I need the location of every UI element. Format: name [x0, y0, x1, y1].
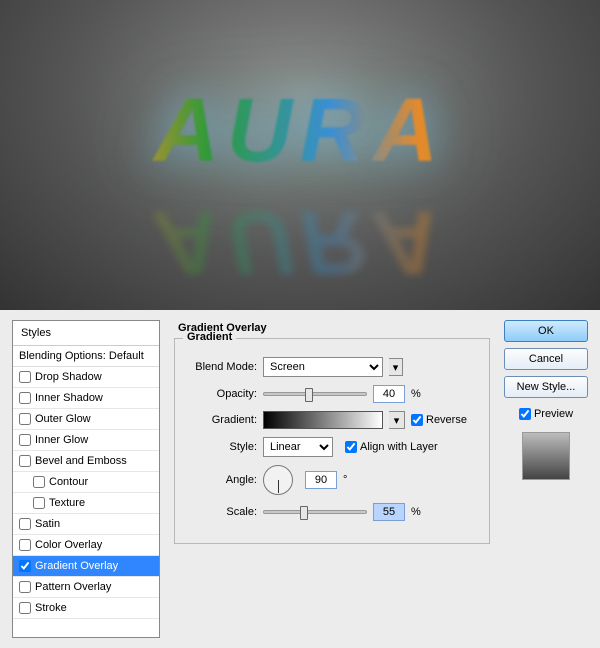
- preview-checkbox[interactable]: Preview: [504, 408, 588, 420]
- style-checkbox[interactable]: [33, 476, 45, 488]
- style-row-drop-shadow[interactable]: Drop Shadow: [13, 367, 159, 388]
- style-checkbox[interactable]: [19, 560, 31, 572]
- opacity-label: Opacity:: [185, 388, 257, 400]
- style-label: Style:: [185, 441, 257, 453]
- style-checkbox[interactable]: [19, 602, 31, 614]
- style-checkbox[interactable]: [19, 392, 31, 404]
- style-label: Satin: [35, 518, 60, 530]
- style-label: Bevel and Emboss: [35, 455, 127, 467]
- chevron-down-icon[interactable]: ▾: [389, 358, 403, 376]
- style-label: Stroke: [35, 602, 67, 614]
- blending-options-row[interactable]: Blending Options: Default: [13, 346, 159, 367]
- blend-mode-label: Blend Mode:: [185, 361, 257, 373]
- scale-input[interactable]: [373, 503, 405, 521]
- style-label: Inner Shadow: [35, 392, 103, 404]
- scale-label: Scale:: [185, 506, 257, 518]
- style-label: Pattern Overlay: [35, 581, 111, 593]
- gradient-swatch[interactable]: [263, 411, 383, 429]
- style-row-stroke[interactable]: Stroke: [13, 598, 159, 619]
- angle-label: Angle:: [185, 474, 257, 486]
- style-row-bevel-and-emboss[interactable]: Bevel and Emboss: [13, 451, 159, 472]
- style-checkbox[interactable]: [19, 434, 31, 446]
- style-row-pattern-overlay[interactable]: Pattern Overlay: [13, 577, 159, 598]
- align-with-layer-checkbox[interactable]: Align with Layer: [345, 441, 438, 453]
- style-label: Color Overlay: [35, 539, 102, 551]
- gradient-fieldset: Gradient Blend Mode: Screen ▾ Opacity: %…: [174, 338, 490, 544]
- style-label: Drop Shadow: [35, 371, 102, 383]
- artwork-preview: AURA AURA: [0, 0, 600, 310]
- style-label: Contour: [49, 476, 88, 488]
- style-checkbox[interactable]: [19, 413, 31, 425]
- style-checkbox[interactable]: [19, 581, 31, 593]
- style-row-gradient-overlay[interactable]: Gradient Overlay: [13, 556, 159, 577]
- reverse-checkbox[interactable]: Reverse: [411, 414, 467, 426]
- ok-button[interactable]: OK: [504, 320, 588, 342]
- angle-dial[interactable]: [263, 465, 293, 495]
- dialog-buttons: OK Cancel New Style... Preview: [504, 320, 588, 638]
- style-row-satin[interactable]: Satin: [13, 514, 159, 535]
- gradient-picker-arrow[interactable]: ▾: [389, 411, 405, 429]
- opacity-slider[interactable]: [263, 392, 367, 396]
- layer-style-dialog: Styles Blending Options: Default Drop Sh…: [0, 310, 600, 648]
- style-checkbox[interactable]: [19, 455, 31, 467]
- scale-slider[interactable]: [263, 510, 367, 514]
- style-checkbox[interactable]: [19, 518, 31, 530]
- styles-list-panel: Styles Blending Options: Default Drop Sh…: [12, 320, 160, 638]
- style-row-outer-glow[interactable]: Outer Glow: [13, 409, 159, 430]
- style-label: Inner Glow: [35, 434, 88, 446]
- new-style-button[interactable]: New Style...: [504, 376, 588, 398]
- style-label: Gradient Overlay: [35, 560, 118, 572]
- angle-input[interactable]: [305, 471, 337, 489]
- scale-unit: %: [411, 506, 421, 518]
- angle-unit: °: [343, 474, 347, 486]
- style-row-texture[interactable]: Texture: [13, 493, 159, 514]
- fieldset-legend: Gradient: [183, 331, 236, 343]
- gradient-overlay-panel: Gradient Overlay Gradient Blend Mode: Sc…: [170, 320, 494, 638]
- style-label: Texture: [49, 497, 85, 509]
- style-select[interactable]: Linear: [263, 437, 333, 457]
- gradient-label: Gradient:: [185, 414, 257, 426]
- opacity-input[interactable]: [373, 385, 405, 403]
- opacity-unit: %: [411, 388, 421, 400]
- aura-reflection: AURA: [0, 190, 600, 293]
- style-label: Outer Glow: [35, 413, 91, 425]
- style-checkbox[interactable]: [19, 371, 31, 383]
- style-row-inner-glow[interactable]: Inner Glow: [13, 430, 159, 451]
- style-row-inner-shadow[interactable]: Inner Shadow: [13, 388, 159, 409]
- styles-list-header[interactable]: Styles: [13, 321, 159, 346]
- cancel-button[interactable]: Cancel: [504, 348, 588, 370]
- blend-mode-select[interactable]: Screen: [263, 357, 383, 377]
- style-row-contour[interactable]: Contour: [13, 472, 159, 493]
- style-row-color-overlay[interactable]: Color Overlay: [13, 535, 159, 556]
- style-checkbox[interactable]: [19, 539, 31, 551]
- style-preview-swatch: [522, 432, 570, 480]
- aura-text: AURA: [0, 80, 600, 183]
- style-checkbox[interactable]: [33, 497, 45, 509]
